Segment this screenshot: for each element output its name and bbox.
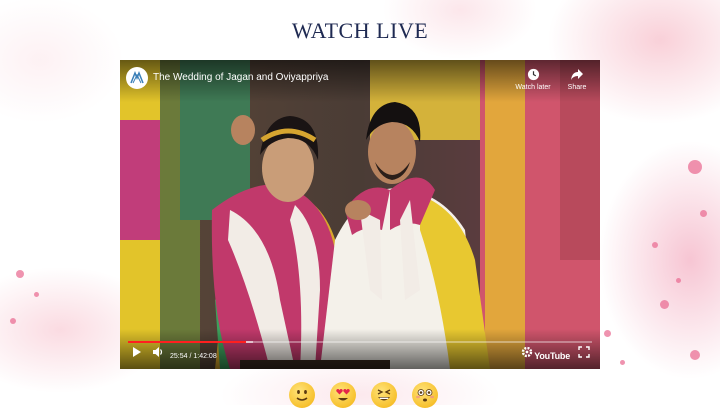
decor-dot [34,292,39,297]
decor-dot [652,242,658,248]
volume-icon [153,347,163,357]
channel-logo-icon[interactable] [126,67,148,89]
decor-dot [16,270,24,278]
page-title: WATCH LIVE [291,18,429,43]
reaction-bar [289,382,438,408]
play-button[interactable] [132,345,142,363]
progress-played [128,341,246,343]
youtube-logo[interactable]: YouTube [534,351,570,361]
watch-later-label: Watch later [515,84,551,91]
heart-eyes-face-icon[interactable] [330,382,356,408]
decor-dot [604,330,611,337]
volume-button[interactable] [152,345,164,363]
decor-dot [700,210,707,217]
time-display: 25:54 / 1:42:08 [170,353,217,360]
fullscreen-button[interactable] [578,345,590,363]
flushed-face-icon[interactable] [412,382,438,408]
decor-dot [10,318,16,324]
settings-button[interactable] [521,345,533,363]
decor-dot [620,360,625,365]
decor-dot [690,350,700,360]
grinning-squinting-face-icon[interactable] [371,382,397,408]
video-player[interactable]: The Wedding of Jagan and Oviyappriya Wat… [120,60,600,369]
progress-bar[interactable] [128,341,592,343]
decor-dot [676,278,681,283]
share-arrow-icon [571,69,583,80]
decor-dot [660,300,669,309]
smiling-face-icon[interactable] [289,382,315,408]
video-frame[interactable] [120,60,600,369]
video-title-link[interactable]: The Wedding of Jagan and Oviyappriya [153,72,328,83]
play-icon [133,347,141,357]
watch-later-button[interactable]: Watch later [511,68,555,91]
fullscreen-icon [578,346,590,358]
decor-dot [688,160,702,174]
share-label: Share [567,84,587,91]
clock-icon [527,68,539,81]
share-button[interactable]: Share [555,68,599,91]
gear-icon [521,346,533,358]
